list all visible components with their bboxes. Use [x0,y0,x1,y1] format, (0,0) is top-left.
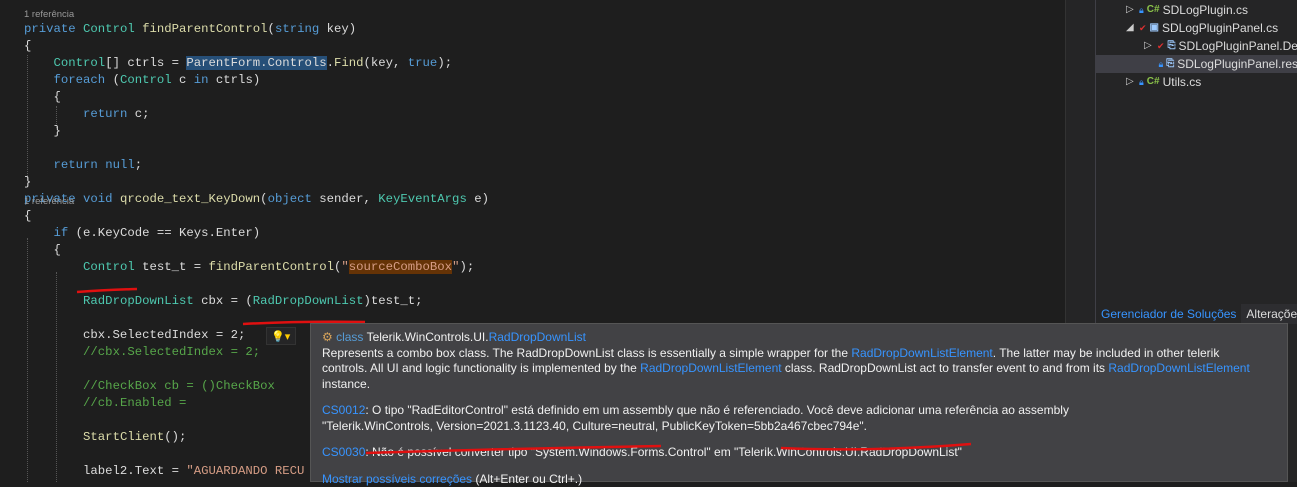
tree-item-label: SDLogPluginPanel.cs [1162,21,1279,35]
tree-item-label: SDLogPlugin.cs [1162,3,1248,17]
red-underline-annotation [365,444,662,455]
checked-out-icon: ✔ [1157,41,1165,51]
csharp-file-icon: C# [1146,76,1160,87]
tree-item[interactable]: ▷ ✔ ⎘ SDLogPluginPanel.De [1144,37,1297,55]
red-underline-annotation [780,442,972,451]
lock-icon: 🔒︎ [1158,59,1164,69]
expander-icon[interactable]: ▷ [1144,37,1154,55]
expander-icon[interactable]: ◢ [1126,19,1136,37]
checked-out-icon: ✔ [1139,23,1147,33]
tree-item-label: Utils.cs [1162,75,1202,89]
form-file-icon: ▣ [1149,22,1159,33]
explorer-tabs: Gerenciador de Soluções Alterações [1096,304,1297,324]
tree-item[interactable]: 🔒︎ ⎘ SDLogPluginPanel.res [1096,55,1297,73]
annotation-layer [365,442,972,455]
tree-item[interactable]: ◢ ✔ ▣ SDLogPluginPanel.cs [1126,19,1278,37]
quick-info-tooltip: ⚙ class Telerik.WinControls.UI.RadDropDo… [310,323,1288,486]
tab-changes[interactable]: Alterações [1241,304,1297,324]
tab-solution-explorer[interactable]: Gerenciador de Soluções [1096,304,1241,324]
red-underline-annotation [76,287,138,294]
tree-item-label: SDLogPluginPanel.res [1177,57,1297,71]
tree-item-label: SDLogPluginPanel.De [1178,39,1297,53]
tree-item[interactable]: ▷ 🔒︎ C# Utils.cs [1126,73,1201,91]
tree-item[interactable]: ▷ 🔒︎ C# SDLogPlugin.cs [1126,1,1248,19]
expander-icon[interactable]: ▷ [1126,1,1136,19]
csharp-file-icon: C# [1146,4,1160,15]
expander-icon[interactable]: ▷ [1126,73,1136,91]
resource-file-icon: ⎘ [1166,58,1175,69]
lock-icon: 🔒︎ [1139,77,1144,87]
lock-icon: 🔒︎ [1139,5,1144,15]
designer-file-icon: ⎘ [1167,40,1176,51]
